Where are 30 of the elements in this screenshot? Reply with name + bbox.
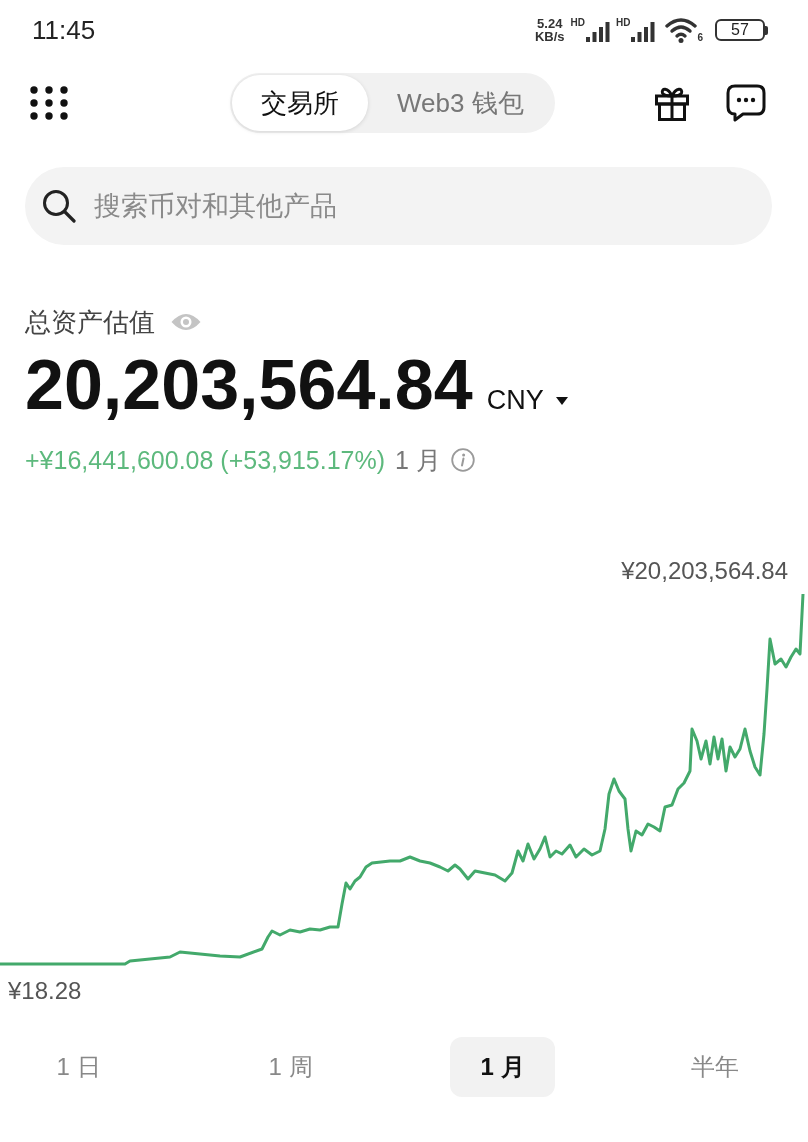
period-tab[interactable]: 1 月 [450, 1037, 555, 1097]
gift-icon[interactable] [654, 85, 690, 121]
period-tab[interactable]: 半年 [662, 1037, 767, 1097]
network-type-label: HD [570, 18, 585, 28]
signal-icon [586, 22, 610, 42]
max-value-label: ¥20,203,564.84 [621, 556, 788, 586]
search-field[interactable]: 搜索币对和其他产品 [25, 167, 772, 245]
battery-percent: 57 [731, 22, 749, 38]
caret-icon [555, 396, 568, 405]
wifi-generation-label: 6 [697, 33, 703, 43]
period-tab[interactable]: 1 日 [26, 1037, 131, 1097]
period-label: 1 月 [395, 445, 441, 476]
min-value-label: ¥18.28 [8, 976, 82, 1006]
network-type-label: HD [616, 18, 631, 28]
menu-icon[interactable] [30, 86, 68, 120]
network-speed-unit: KB/s [534, 30, 565, 43]
wifi-icon [665, 17, 698, 43]
total-assets-value: 20,203,564.84 [25, 345, 473, 425]
info-icon[interactable] [450, 448, 475, 472]
network-speed-value: 5.24 [537, 17, 563, 30]
chat-icon[interactable] [726, 84, 766, 122]
period-tab[interactable]: 1 周 [238, 1037, 343, 1097]
status-time: 11:45 [32, 14, 96, 46]
mode-tab[interactable]: Web3 钱包 [368, 75, 553, 131]
total-assets-label: 总资产估值 [25, 306, 155, 339]
mode-tab[interactable]: 交易所 [232, 75, 368, 131]
profit-change: +¥16,441,600.08 (+53,915.17%) [25, 445, 386, 476]
currency-selector[interactable]: CNY [486, 385, 568, 416]
search-icon [42, 189, 76, 223]
signal-icon [631, 22, 656, 42]
